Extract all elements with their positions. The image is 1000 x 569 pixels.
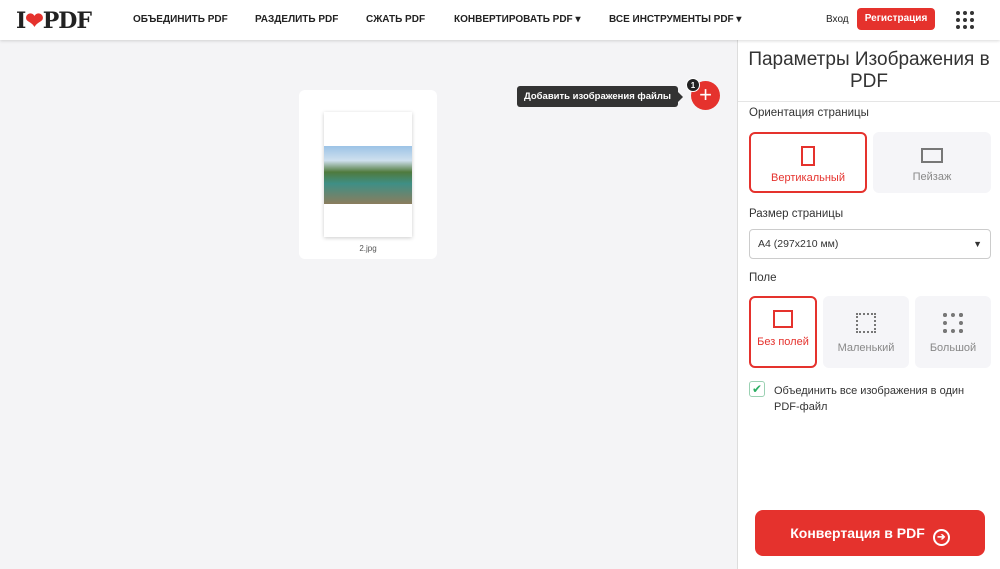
margin-large[interactable]: Большой	[915, 296, 991, 368]
dropdown-arrow-icon: ▼	[973, 239, 982, 249]
add-files-tooltip: Добавить изображения файлы	[517, 86, 683, 107]
margin-small[interactable]: Маленький	[823, 296, 909, 368]
nav-convert[interactable]: КОНВЕРТИРОВАТЬ PDF ▾	[454, 14, 580, 25]
page-size-label: Размер страницы	[749, 208, 844, 220]
register-button[interactable]: Регистрация	[857, 8, 935, 30]
merge-checkbox[interactable]: ✔	[749, 381, 765, 397]
orientation-portrait[interactable]: Вертикальный	[749, 132, 867, 193]
nav-all-tools[interactable]: ВСЕ ИНСТРУМЕНТЫ PDF ▾	[609, 14, 741, 25]
orientation-landscape[interactable]: Пейзаж	[873, 132, 991, 193]
nav-compress[interactable]: СЖАТЬ PDF	[366, 14, 425, 25]
nav-split[interactable]: РАЗДЕЛИТЬ PDF	[255, 14, 338, 25]
sidebar: Параметры Изображения в PDF Ориентация с…	[737, 40, 1000, 569]
convert-button[interactable]: Конвертация в PDF ➔	[755, 510, 985, 556]
arrow-right-icon: ➔	[932, 529, 950, 546]
sidebar-title: Параметры Изображения в PDF	[748, 49, 990, 92]
file-card[interactable]: 2.jpg	[299, 90, 437, 259]
landscape-icon	[921, 148, 943, 163]
margin-label: Поле	[749, 272, 777, 284]
page-size-select[interactable]: A4 (297x210 мм) ▼	[749, 229, 991, 259]
orientation-label: Ориентация страницы	[749, 107, 869, 119]
header: I❤PDF ОБЪЕДИНИТЬ PDF РАЗДЕЛИТЬ PDF СЖАТЬ…	[0, 0, 1000, 40]
margin-none[interactable]: Без полей	[749, 296, 817, 368]
login-link[interactable]: Вход	[826, 14, 849, 25]
nav-merge[interactable]: ОБЪЕДИНИТЬ PDF	[133, 14, 228, 25]
page-preview	[324, 112, 412, 237]
file-count-badge: 1	[686, 78, 700, 92]
file-name: 2.jpg	[359, 244, 377, 253]
logo[interactable]: I❤PDF	[16, 8, 92, 34]
portrait-icon	[801, 146, 815, 166]
image-small-margin-icon	[856, 313, 876, 333]
apps-grid-icon[interactable]	[956, 11, 974, 29]
merge-label: Объединить все изображения в один PDF-фа…	[774, 385, 965, 413]
image-large-margin-icon	[943, 313, 963, 333]
image-thumbnail	[324, 146, 412, 204]
image-icon	[773, 310, 793, 328]
